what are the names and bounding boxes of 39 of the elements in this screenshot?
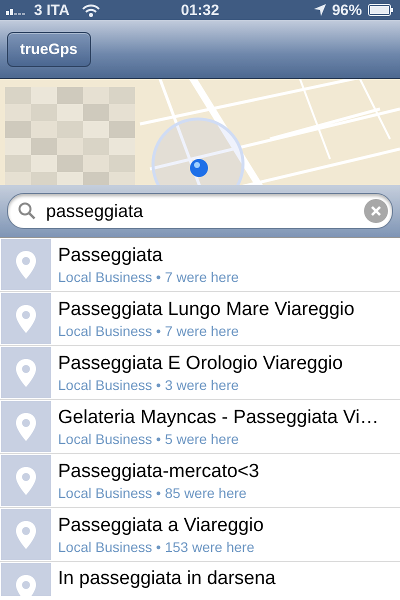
place-details: Local Business • 7 were here [58,268,240,284]
map-pin-icon [15,574,37,596]
place-name: Passeggiata-mercato<3 [58,460,260,482]
clear-button[interactable] [364,199,388,223]
back-button[interactable]: trueGps [7,32,91,66]
clock-time: 01:32 [180,2,220,18]
result-row[interactable]: Passeggiata-mercato<3 Local Business • 85 were here [0,454,400,508]
map-pin-icon [15,520,37,550]
place-name: Passeggiata Lungo Mare Viareggio [58,298,356,320]
close-icon [370,205,382,217]
place-details: Local Business • 153 were here [58,538,256,554]
location-arrow-icon [314,4,326,16]
result-row[interactable]: In passeggiata in darsena [0,562,400,596]
search-input[interactable]: passeggiata [44,200,356,222]
wifi-icon [82,4,100,16]
result-row[interactable]: Passeggiata Lungo Mare Viareggio Local Business • 7 were here [0,292,400,346]
place-details: Local Business • 3 were here [58,376,240,392]
place-details: Local Business • 5 were here [58,430,240,446]
battery-icon [368,4,394,16]
place-details: Local Business • 7 were here [58,322,240,338]
search-field[interactable]: passeggiata [7,193,393,229]
place-name: Gelateria Mayncas - Passeggiata Vi… [58,406,380,428]
place-details: Local Business • 85 were here [58,484,248,500]
place-name: Passeggiata E Orologio Viareggio [58,352,344,374]
result-row[interactable]: Passeggiata E Orologio Viareggio Local Business • 3 were here [0,346,400,400]
map-pin-icon [15,466,37,496]
result-row[interactable]: Gelateria Mayncas - Passeggiata Vi… Local Business • 5 were here [0,400,400,454]
map-pin-icon [15,304,37,334]
place-name: In passeggiata in darsena [58,568,277,590]
battery-percent: 96% [332,2,362,18]
place-name: Passeggiata a Viareggio [58,514,265,536]
map-pin-icon [15,412,37,442]
map-pin-icon [15,250,37,280]
place-name: Passeggiata [58,244,164,266]
result-row[interactable]: Passeggiata a Viareggio Local Business • 153 were here [0,508,400,562]
search-icon [18,202,36,220]
map-pin-icon [15,358,37,388]
result-row[interactable]: Passeggiata Local Business • 7 were here [0,238,400,292]
carrier-name: 3 ITA [34,2,70,18]
